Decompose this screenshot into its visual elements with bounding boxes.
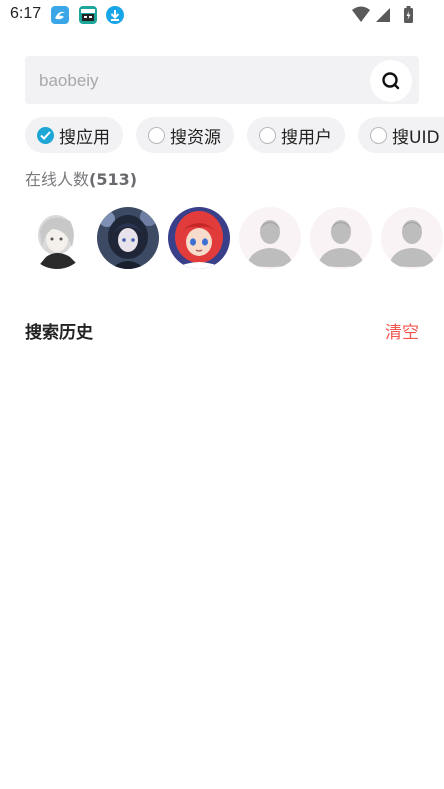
unchecked-radio-icon: [370, 126, 387, 144]
search-input[interactable]: [37, 56, 371, 106]
wifi-icon: [352, 6, 370, 22]
online-count-value: (513): [89, 170, 138, 189]
filter-search-resources[interactable]: 搜资源: [136, 117, 234, 153]
search-history-title: 搜索历史: [25, 323, 93, 343]
filter-search-apps[interactable]: 搜应用: [25, 117, 123, 153]
search-screen: 6:17 baobeiy 搜应用 搜资源 搜用户 搜UID 在线人数(513) …: [0, 0, 444, 789]
clear-history-button[interactable]: 清空: [385, 318, 419, 343]
status-time: 6:17: [10, 5, 42, 22]
search-box: [25, 56, 419, 106]
default-avatar-icon: [381, 207, 443, 269]
user-avatar[interactable]: [168, 207, 230, 269]
online-count: 在线人数(513): [25, 166, 137, 190]
checked-radio-icon: [37, 126, 54, 144]
filter-label: 搜资源: [170, 127, 221, 148]
app-notification-icon: [51, 6, 69, 24]
battery-icon: [404, 6, 413, 23]
filter-label: 搜应用: [59, 127, 110, 148]
user-avatar[interactable]: [239, 207, 301, 269]
filter-search-uid[interactable]: 搜UID: [358, 117, 444, 153]
default-avatar-icon: [239, 207, 301, 269]
user-avatar-1: [26, 207, 88, 269]
online-count-label: 在线人数: [25, 170, 90, 189]
status-bar: 6:17: [0, 0, 444, 30]
filter-label: 搜UID: [392, 127, 440, 148]
user-avatar-3: [168, 207, 230, 269]
cell-signal-icon: [376, 8, 390, 22]
default-avatar-icon: [310, 207, 372, 269]
user-avatar[interactable]: [310, 207, 372, 269]
user-avatar[interactable]: [381, 207, 443, 269]
unchecked-radio-icon: [148, 126, 165, 144]
user-avatar[interactable]: [97, 207, 159, 269]
media-notification-icon: [79, 6, 97, 24]
user-avatar[interactable]: [26, 207, 88, 269]
filter-search-users[interactable]: 搜用户: [247, 117, 345, 153]
search-icon: [382, 72, 400, 90]
user-avatar-2: [97, 207, 159, 269]
download-icon: [106, 6, 124, 24]
system-status-icons: [352, 6, 422, 24]
unchecked-radio-icon: [259, 126, 276, 144]
search-button[interactable]: [370, 60, 412, 102]
filter-label: 搜用户: [281, 127, 332, 148]
